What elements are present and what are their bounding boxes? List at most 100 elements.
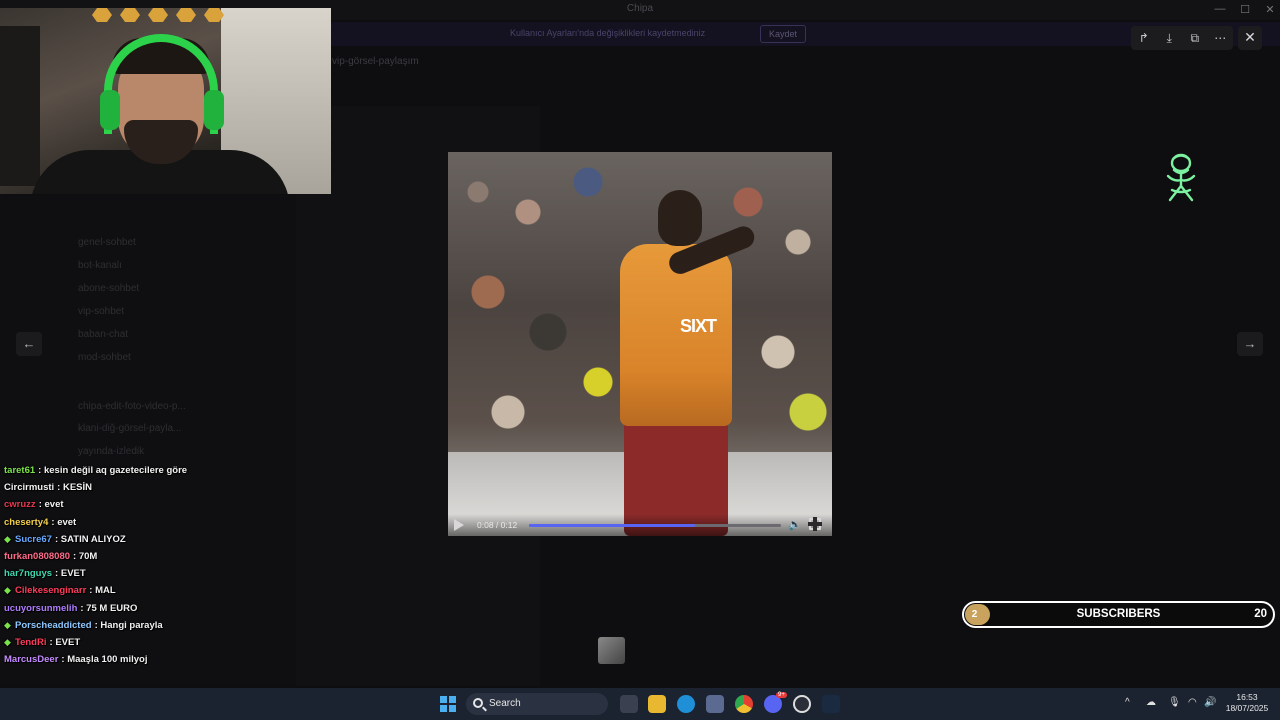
- taskbar-clock[interactable]: 16:53 18/07/2025: [1222, 692, 1272, 714]
- chat-username[interactable]: taret61: [4, 465, 35, 476]
- fullscreen-icon[interactable]: [808, 517, 822, 531]
- download-icon[interactable]: ⤓: [1157, 31, 1181, 46]
- chat-message-text: EVET: [55, 636, 81, 648]
- chat-message-text: 70M: [78, 551, 98, 563]
- chat-message: ◆ TendRi: EVET: [4, 636, 81, 648]
- chrome-icon[interactable]: [735, 695, 753, 713]
- headset-cup-left: [100, 90, 120, 130]
- chat-username[interactable]: cwruzz: [4, 499, 36, 510]
- jersey-sponsor-text: SIXT: [680, 316, 717, 336]
- chat-username[interactable]: MarcusDeer: [4, 654, 58, 665]
- video-time: 0:08 / 0:12: [477, 520, 518, 530]
- sidebar-item[interactable]: baban-chat: [78, 329, 128, 340]
- taskbar: Search 9+ ^ ☁ 🎙 ◠ 🔊 16:53 18/07/2025: [0, 688, 1280, 720]
- sidebar-item[interactable]: chipa-edit-foto-video-p...: [78, 401, 186, 412]
- webcam-overlay: [0, 8, 331, 194]
- banner-save-button[interactable]: Kaydet: [760, 25, 807, 43]
- sidebar-item[interactable]: genel-sohbet: [78, 237, 136, 248]
- chat-message-text: SATIN ALIYOZ: [60, 533, 126, 545]
- steam-icon[interactable]: [822, 695, 840, 713]
- taskbar-time: 16:53: [1236, 692, 1258, 702]
- next-media-button[interactable]: →: [1237, 332, 1263, 356]
- chat-username[interactable]: Circirmusti: [4, 482, 54, 493]
- taskbar-search[interactable]: Search: [466, 693, 608, 715]
- chat-message: har7nguys: EVET: [4, 568, 86, 580]
- forward-icon[interactable]: ↱: [1132, 31, 1156, 45]
- chat-message-text: KESİN: [62, 482, 93, 494]
- window-close-button[interactable]: ✕: [1260, 3, 1280, 16]
- sidebar-item[interactable]: bot-kanalı: [78, 260, 122, 271]
- time-total: 0:12: [500, 520, 518, 530]
- chat-message-text: 75 M EURO: [86, 602, 138, 614]
- viewer-toolbar: ↱ ⤓ ⧉ ⋯: [1131, 26, 1233, 50]
- headset-cup-right: [204, 90, 224, 130]
- chat-message-text: evet: [57, 516, 77, 528]
- discord-notification-badge: 9+: [776, 692, 787, 698]
- edge-icon[interactable]: [677, 695, 695, 713]
- taskbar-date: 18/07/2025: [1225, 703, 1269, 713]
- cloud-icon[interactable]: ☁: [1146, 697, 1156, 708]
- wifi-icon[interactable]: ◠: [1188, 697, 1197, 708]
- tray-chevron-icon[interactable]: ^: [1125, 697, 1130, 708]
- chat-message: MarcusDeer: Maaşla 100 milyoj: [4, 654, 148, 666]
- time-current: 0:08: [477, 520, 494, 530]
- chat-message: ◆ Sucre67: SATIN ALIYOZ: [4, 533, 126, 545]
- minimize-button[interactable]: —: [1210, 3, 1230, 15]
- file-explorer-icon[interactable]: [648, 695, 666, 713]
- channel-name: vip-görsel-paylaşım: [332, 56, 419, 67]
- video-player[interactable]: SIXT: [448, 152, 832, 536]
- chat-username[interactable]: ucuyorsunmelih: [4, 603, 77, 614]
- video-player-head: [658, 190, 702, 246]
- chat-username[interactable]: Sucre67: [15, 534, 52, 545]
- stream-chat: taret61: kesin değil aq gazetecilere gör…: [4, 462, 304, 668]
- volume-icon[interactable]: 🔈: [788, 518, 802, 531]
- chat-username[interactable]: Porscheaddicted: [15, 620, 92, 631]
- chat-username[interactable]: furkan0808080: [4, 551, 70, 562]
- sidebar-item[interactable]: abone-sohbet: [78, 283, 139, 294]
- obs-icon[interactable]: [793, 695, 811, 713]
- chat-username[interactable]: cheserty4: [4, 517, 48, 528]
- chat-message: taret61: kesin değil aq gazetecilere gör…: [4, 465, 188, 477]
- chat-message: ucuyorsunmelih: 75 M EURO: [4, 602, 138, 614]
- windows-start-icon[interactable]: [440, 696, 456, 712]
- more-options-icon[interactable]: ⋯: [1208, 31, 1232, 45]
- microphone-icon[interactable]: 🎙: [1168, 697, 1181, 708]
- chat-message-text: Maaşla 100 milyoj: [67, 654, 148, 666]
- sidebar-item[interactable]: klani-diğ-görsel-payla...: [78, 423, 181, 434]
- store-icon[interactable]: [706, 695, 724, 713]
- sidebar-item[interactable]: yayında-izledik: [78, 446, 144, 457]
- chat-message: Circirmusti: KESİN: [4, 482, 93, 494]
- banner-text: Kullanıcı Ayarları'nda değişiklikleri ka…: [510, 28, 706, 38]
- chat-username[interactable]: Cilekesenginarr: [15, 585, 86, 596]
- media-thumbnail[interactable]: [598, 637, 625, 664]
- chat-message: furkan0808080: 70M: [4, 551, 98, 563]
- sidebar-item[interactable]: vip-sohbet: [78, 306, 124, 317]
- task-view-icon[interactable]: [620, 695, 638, 713]
- subscriber-badge-icon: ◆: [4, 636, 11, 647]
- chat-message: cheserty4: evet: [4, 516, 77, 528]
- subscribers-label: SUBSCRIBERS: [1076, 608, 1161, 620]
- channel-header: vip-görsel-paylaşım: [330, 54, 1280, 72]
- search-icon: [473, 698, 483, 708]
- chat-message: cwruzz: evet: [4, 499, 64, 511]
- webcam-shelf: [0, 26, 40, 186]
- chat-message-text: EVET: [60, 568, 86, 580]
- play-icon[interactable]: [454, 519, 464, 531]
- previous-media-button[interactable]: ←: [16, 332, 42, 356]
- chat-username[interactable]: TendRi: [15, 637, 47, 648]
- webcam-hex-lights: [92, 8, 232, 24]
- maximize-button[interactable]: ☐: [1235, 3, 1255, 16]
- mascot-icon: [1166, 153, 1196, 202]
- speaker-icon[interactable]: 🔊: [1204, 697, 1216, 708]
- chat-message-text: MAL: [95, 585, 116, 597]
- subscriber-badge-icon: ◆: [4, 585, 11, 596]
- screen: Chipa — ☐ ✕ Kullanıcı Ayarları'nda değiş…: [0, 0, 1280, 720]
- sidebar-item[interactable]: mod-sohbet: [78, 352, 131, 363]
- video-controls: 0:08 / 0:12 🔈: [448, 514, 832, 536]
- subscriber-badge-icon: ◆: [4, 533, 11, 544]
- taskbar-search-placeholder: Search: [489, 698, 521, 709]
- video-progress-bar[interactable]: [529, 524, 781, 527]
- viewer-close-button[interactable]: ✕: [1238, 26, 1262, 50]
- open-in-browser-icon[interactable]: ⧉: [1183, 31, 1207, 46]
- chat-username[interactable]: har7nguys: [4, 568, 52, 579]
